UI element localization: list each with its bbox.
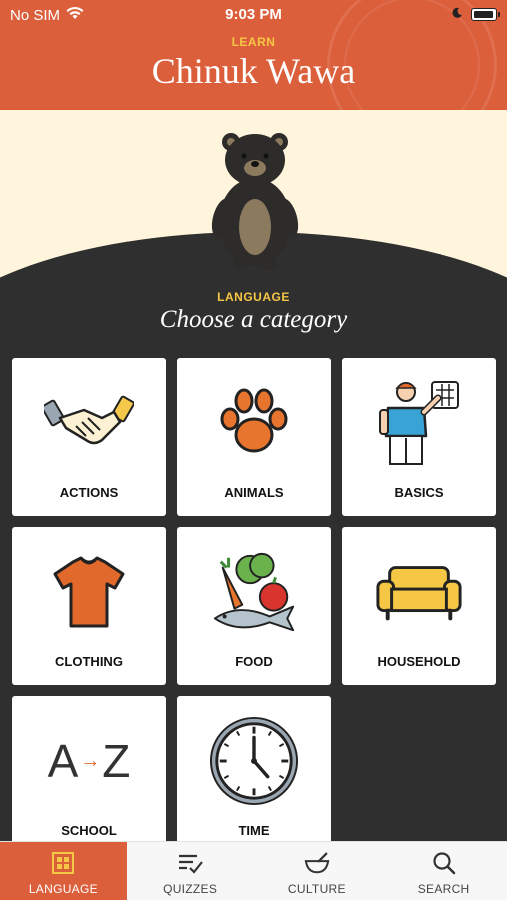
- category-card-clothing[interactable]: CLOTHING: [12, 527, 166, 685]
- status-time: 9:03 PM: [225, 6, 282, 23]
- category-label: CLOTHING: [55, 654, 123, 669]
- section-title: Choose a category: [159, 306, 348, 333]
- tab-label: LANGUAGE: [28, 882, 98, 896]
- tab-label: CULTURE: [287, 882, 346, 896]
- category-card-household[interactable]: HOUSEHOLD: [342, 527, 496, 685]
- bowl-icon: [304, 850, 330, 876]
- grid-icon: [50, 850, 76, 876]
- moon-icon: [451, 6, 463, 23]
- category-label: SCHOOL: [61, 823, 117, 838]
- category-grid: ACTIONS ANIMALS BASICS CLOTHING FOOD HOU…: [12, 358, 496, 854]
- search-icon: [431, 850, 457, 876]
- section-heading: LANGUAGE Choose a category: [0, 290, 507, 334]
- tab-quizzes[interactable]: QUIZZES: [127, 842, 254, 900]
- category-label: HOUSEHOLD: [377, 654, 461, 669]
- category-label: ANIMALS: [224, 485, 284, 500]
- sofa-icon: [374, 547, 464, 637]
- letter-z: Z: [102, 735, 131, 787]
- category-label: FOOD: [235, 654, 273, 669]
- page-title: Chinuk Wawa: [151, 51, 356, 91]
- section-kicker: LANGUAGE: [217, 290, 290, 304]
- bottom-tab-bar: LANGUAGE QUIZZES CULTURE SEARCH: [0, 841, 507, 900]
- category-card-basics[interactable]: BASICS: [342, 358, 496, 516]
- tab-label: QUIZZES: [163, 882, 218, 896]
- tab-culture[interactable]: CULTURE: [254, 842, 381, 900]
- person-waving-icon: [374, 378, 464, 468]
- category-card-time[interactable]: TIME: [177, 696, 331, 854]
- category-card-food[interactable]: FOOD: [177, 527, 331, 685]
- checklist-icon: [177, 850, 203, 876]
- letter-a: A: [47, 735, 79, 787]
- app-header: No SIM 9:03 PM LEARN Chinuk Wawa: [0, 0, 507, 110]
- clock-icon: [209, 716, 299, 806]
- paw-icon: [209, 378, 299, 468]
- food-icon: [209, 547, 299, 637]
- a-to-z-icon: A → Z: [34, 716, 144, 806]
- hero-banner: [0, 110, 507, 280]
- tab-search[interactable]: SEARCH: [380, 842, 507, 900]
- category-label: ACTIONS: [59, 485, 119, 500]
- category-label: BASICS: [394, 485, 444, 500]
- bear-illustration: [211, 133, 299, 270]
- header-kicker: LEARN: [231, 35, 276, 49]
- battery-icon: [471, 8, 500, 21]
- tab-language[interactable]: LANGUAGE: [0, 842, 127, 900]
- handshake-icon: [44, 378, 134, 468]
- arrow-right-icon: →: [80, 749, 101, 772]
- category-card-actions[interactable]: ACTIONS: [12, 358, 166, 516]
- category-card-school[interactable]: A → Z SCHOOL: [12, 696, 166, 854]
- status-bar: No SIM 9:03 PM: [0, 4, 507, 26]
- category-label: TIME: [238, 823, 270, 838]
- tab-label: SEARCH: [417, 882, 470, 896]
- category-card-animals[interactable]: ANIMALS: [177, 358, 331, 516]
- shirt-icon: [44, 547, 134, 637]
